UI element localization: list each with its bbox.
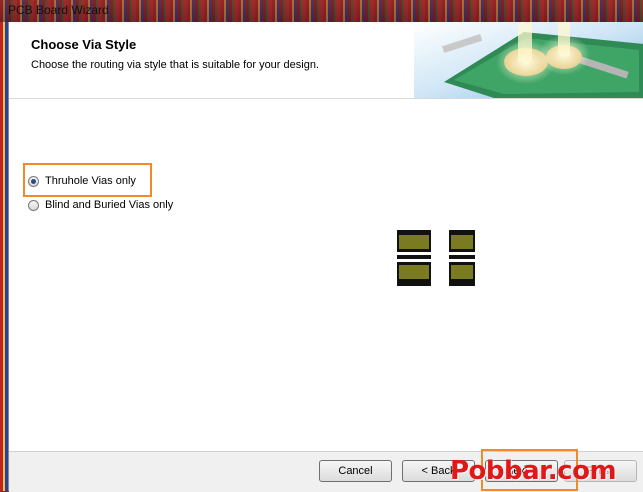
blind-buried-label[interactable]: Blind and Buried Vias only: [45, 199, 173, 211]
wizard-header: Choose Via Style Choose the routing via …: [9, 22, 643, 99]
option-thruhole-vias[interactable]: Thruhole Vias only: [28, 175, 136, 187]
watermark-text: Pobbar.com: [450, 456, 617, 486]
pcb-banner-image: [414, 22, 643, 98]
option-blind-buried-vias[interactable]: Blind and Buried Vias only: [28, 199, 173, 211]
page-subtitle: Choose the routing via style that is sui…: [31, 59, 319, 71]
wizard-window: Choose Via Style Choose the routing via …: [8, 22, 643, 492]
page-title: Choose Via Style: [31, 37, 137, 52]
cancel-button[interactable]: Cancel: [319, 460, 392, 482]
thruhole-label[interactable]: Thruhole Vias only: [45, 175, 136, 187]
title-bar[interactable]: PCB Board Wizard: [0, 0, 643, 22]
window-title: PCB Board Wizard: [8, 3, 109, 17]
via-preview-image: [397, 230, 487, 294]
thruhole-radio[interactable]: [28, 175, 39, 187]
blind-buried-radio[interactable]: [28, 199, 39, 211]
